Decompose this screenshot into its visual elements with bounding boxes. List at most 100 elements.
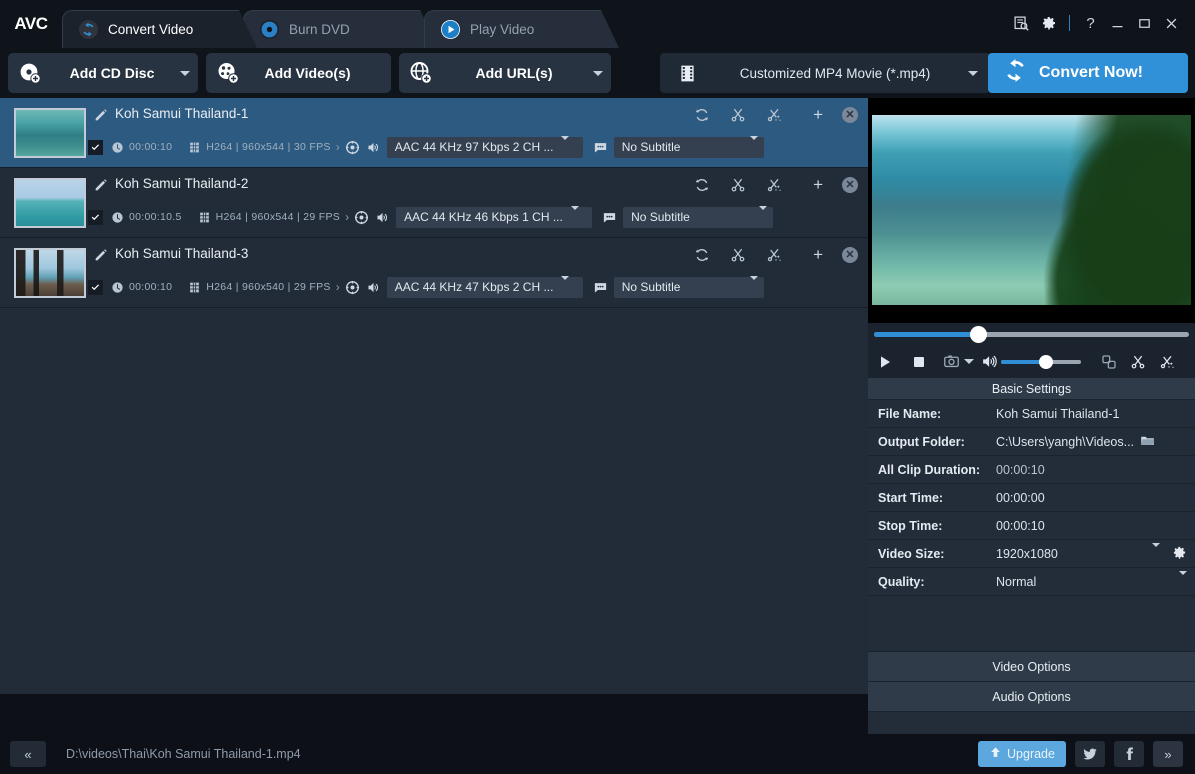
twitter-icon[interactable] bbox=[1075, 741, 1105, 767]
output-profile-select[interactable]: Customized MP4 Movie (*.mp4) bbox=[660, 53, 990, 93]
effect-icon[interactable] bbox=[765, 176, 782, 193]
facebook-icon[interactable] bbox=[1114, 741, 1144, 767]
chevron-down-icon bbox=[749, 276, 758, 294]
subtitle-select[interactable]: No Subtitle bbox=[623, 206, 774, 228]
cut-icon[interactable] bbox=[729, 176, 746, 193]
add-clip-icon[interactable]: + bbox=[813, 106, 823, 123]
maximize-icon[interactable] bbox=[1131, 10, 1158, 36]
track-target-icon[interactable] bbox=[345, 140, 360, 155]
row-tools: + ✕ bbox=[693, 246, 858, 263]
video-duration: 00:00:10.5 bbox=[129, 211, 182, 223]
settings-gear-icon[interactable] bbox=[1035, 10, 1062, 36]
tab-burn-dvd[interactable]: Burn DVD bbox=[243, 10, 438, 48]
quality-select[interactable]: Normal bbox=[996, 570, 1195, 589]
convert-now-button[interactable]: Convert Now! bbox=[988, 53, 1188, 93]
player-controls bbox=[868, 345, 1195, 378]
rotate-icon[interactable] bbox=[693, 106, 710, 123]
audio-track-value: AAC 44 KHz 46 Kbps 1 CH ... bbox=[404, 210, 563, 224]
setting-label: All Clip Duration: bbox=[878, 462, 981, 477]
play-icon[interactable] bbox=[877, 354, 893, 370]
setting-value: Normal bbox=[996, 574, 1037, 589]
row-tools: + ✕ bbox=[693, 176, 858, 193]
settings-filler bbox=[868, 596, 1195, 652]
audio-options-button[interactable]: Audio Options bbox=[868, 682, 1195, 712]
remove-icon[interactable]: ✕ bbox=[842, 246, 858, 263]
rename-pencil-icon[interactable] bbox=[93, 177, 109, 193]
video-options-button[interactable]: Video Options bbox=[868, 652, 1195, 682]
seek-bar[interactable] bbox=[874, 325, 1189, 343]
tab-play-video[interactable]: Play Video bbox=[424, 10, 619, 48]
cut-icon[interactable] bbox=[729, 106, 746, 123]
setting-value[interactable]: Koh Samui Thailand-1 bbox=[996, 407, 1195, 421]
folder-icon[interactable] bbox=[1140, 433, 1155, 451]
setting-value[interactable]: 00:00:10 bbox=[996, 519, 1195, 533]
add-videos-button[interactable]: Add Video(s) bbox=[206, 53, 391, 93]
add-clip-icon[interactable]: + bbox=[813, 246, 823, 263]
track-target-icon[interactable] bbox=[354, 210, 369, 225]
video-size-select[interactable]: 1920x1080 bbox=[996, 542, 1195, 563]
stop-icon[interactable] bbox=[911, 354, 927, 370]
chevron-down-icon[interactable] bbox=[956, 70, 990, 76]
tab-label: Convert Video bbox=[108, 22, 194, 37]
setting-value[interactable]: 00:00:00 bbox=[996, 491, 1195, 505]
setting-label: Video Size: bbox=[878, 546, 945, 561]
rename-pencil-icon[interactable] bbox=[93, 247, 109, 263]
collapse-button[interactable]: « bbox=[10, 741, 46, 767]
setting-video-size: Video Size: 1920x1080 bbox=[868, 540, 1195, 568]
video-duration: 00:00:10 bbox=[129, 141, 173, 153]
seek-handle[interactable] bbox=[969, 325, 987, 343]
subtitle-bubble-icon bbox=[593, 280, 608, 295]
volume-icon[interactable] bbox=[981, 353, 998, 370]
audio-track-select[interactable]: AAC 44 KHz 47 Kbps 2 CH ... bbox=[386, 276, 583, 298]
status-bar-actions: Upgrade » bbox=[978, 741, 1195, 767]
chevron-down-icon[interactable] bbox=[585, 70, 611, 76]
snapshot-caret-icon[interactable] bbox=[964, 359, 974, 364]
minimize-icon[interactable] bbox=[1104, 10, 1131, 36]
table-row[interactable]: Koh Samui Thailand-3 00:00:10 H264 | 960… bbox=[0, 238, 868, 308]
table-row[interactable]: Koh Samui Thailand-2 00:00:10.5 H264 | 9… bbox=[0, 168, 868, 238]
volume-handle[interactable] bbox=[1038, 354, 1053, 369]
subtitle-select[interactable]: No Subtitle bbox=[613, 276, 764, 298]
help-icon[interactable]: ? bbox=[1077, 10, 1104, 36]
expand-chevron-icon[interactable]: › bbox=[345, 210, 349, 224]
subtitle-bubble-icon bbox=[602, 210, 617, 225]
add-clip-icon[interactable]: + bbox=[813, 176, 823, 193]
expand-chevron-icon[interactable]: › bbox=[336, 140, 340, 154]
video-preview[interactable] bbox=[868, 98, 1195, 323]
expand-chevron-icon[interactable]: › bbox=[336, 280, 340, 294]
rotate-icon[interactable] bbox=[693, 176, 710, 193]
track-target-icon[interactable] bbox=[345, 280, 360, 295]
gear-icon[interactable] bbox=[1172, 545, 1187, 563]
effect-icon[interactable] bbox=[765, 246, 782, 263]
volume-slider[interactable] bbox=[1001, 354, 1081, 369]
add-cd-disc-button[interactable]: Add CD Disc bbox=[8, 53, 198, 93]
convert-now-label: Convert Now! bbox=[1039, 64, 1143, 81]
audio-track-select[interactable]: AAC 44 KHz 97 Kbps 2 CH ... bbox=[386, 136, 583, 158]
effect-icon[interactable] bbox=[1159, 354, 1175, 370]
row-checkbox[interactable] bbox=[88, 279, 103, 295]
remove-icon[interactable]: ✕ bbox=[842, 176, 858, 193]
upgrade-button[interactable]: Upgrade bbox=[978, 741, 1066, 767]
chevron-down-icon[interactable] bbox=[172, 70, 198, 76]
setting-label: File Name: bbox=[878, 406, 942, 421]
fullscreen-icon[interactable] bbox=[1101, 354, 1117, 370]
cut-icon[interactable] bbox=[729, 246, 746, 263]
setting-stop-time: Stop Time: 00:00:10 bbox=[868, 512, 1195, 540]
subtitle-select[interactable]: No Subtitle bbox=[613, 136, 764, 158]
row-checkbox[interactable] bbox=[88, 139, 103, 155]
seek-bar-container[interactable] bbox=[868, 323, 1195, 345]
rotate-icon[interactable] bbox=[693, 246, 710, 263]
effect-icon[interactable] bbox=[765, 106, 782, 123]
tab-convert-video[interactable]: Convert Video bbox=[62, 10, 257, 48]
rename-pencil-icon[interactable] bbox=[93, 107, 109, 123]
add-urls-button[interactable]: Add URL(s) bbox=[399, 53, 611, 93]
cut-icon[interactable] bbox=[1130, 354, 1146, 370]
close-icon[interactable] bbox=[1158, 10, 1185, 36]
snapshot-icon[interactable] bbox=[943, 353, 960, 370]
register-icon[interactable] bbox=[1008, 10, 1035, 36]
table-row[interactable]: Koh Samui Thailand-1 00:00:10 H264 | 960… bbox=[0, 98, 868, 168]
remove-icon[interactable]: ✕ bbox=[842, 106, 858, 123]
row-checkbox[interactable] bbox=[88, 209, 103, 225]
audio-track-select[interactable]: AAC 44 KHz 46 Kbps 1 CH ... bbox=[396, 206, 593, 228]
more-button[interactable]: » bbox=[1153, 741, 1183, 767]
